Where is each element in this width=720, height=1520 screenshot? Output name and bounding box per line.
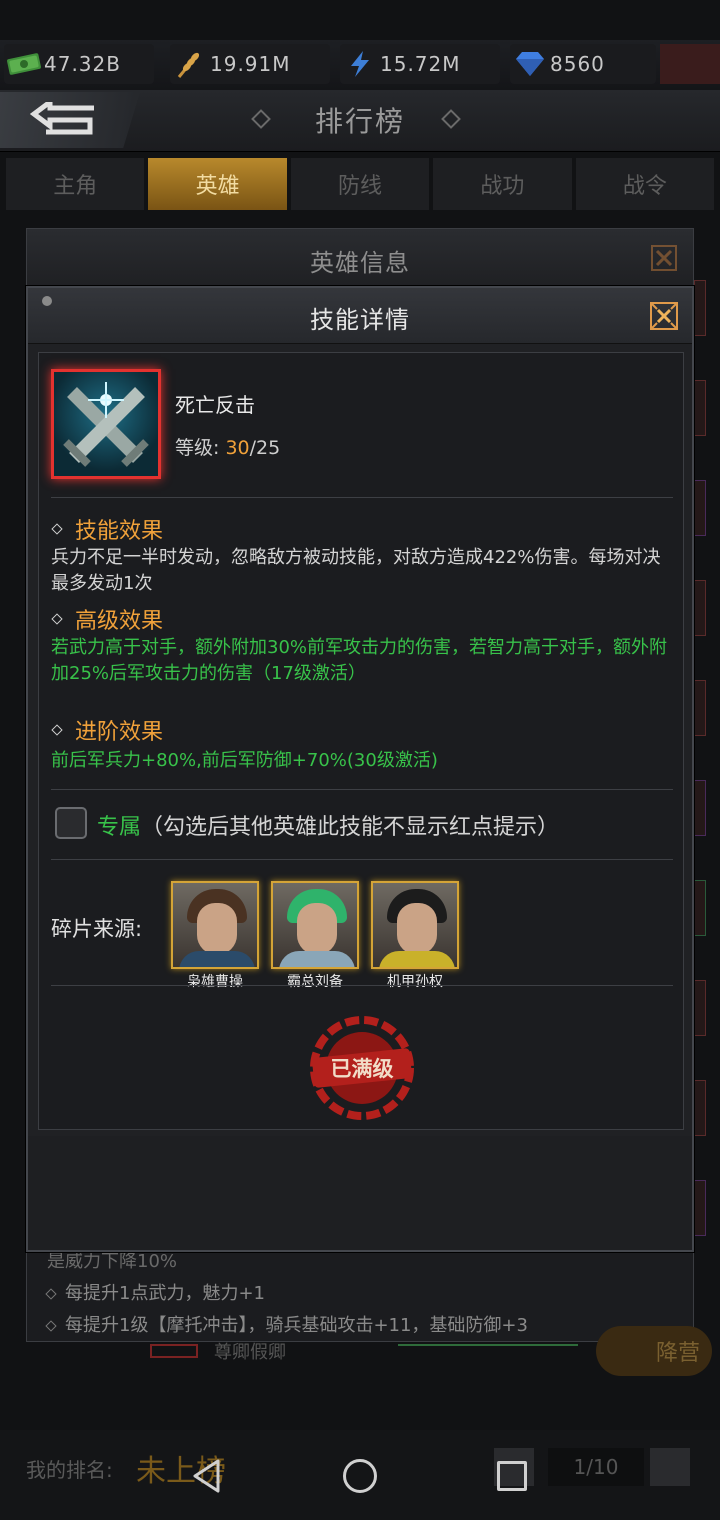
my-rank-label: 我的排名: bbox=[26, 1458, 113, 1482]
advanced-effect-heading: 高级效果 bbox=[51, 603, 163, 635]
bullet-icon bbox=[51, 523, 63, 535]
bullet-icon bbox=[51, 613, 63, 625]
fragment-source-label: 碎片来源: bbox=[51, 917, 143, 941]
bullet-icon bbox=[45, 1320, 57, 1332]
skill-detail-dialog: 技能详情 死亡反击 等级: 30/25 技能效果 兵力不足一半时发动，忽略敌方被… bbox=[26, 286, 694, 1252]
tab-protagonist[interactable]: 主角 bbox=[6, 158, 145, 210]
exclusive-checkbox[interactable] bbox=[55, 807, 87, 839]
tab-heroes[interactable]: 英雄 bbox=[148, 158, 287, 210]
skill-detail-footer bbox=[28, 1136, 692, 1250]
hero-portrait bbox=[171, 881, 259, 969]
resource-cash[interactable]: 47.32B bbox=[4, 44, 154, 84]
advanced-effect-text: 若武力高于对手，额外附加30%前军攻击力的伤害，若智力高于对手，额外附加25%后… bbox=[51, 637, 668, 684]
behind-hero-icon bbox=[150, 1344, 198, 1358]
cash-value: 47.32B bbox=[44, 52, 121, 76]
divider bbox=[51, 497, 673, 498]
nav-recent-apps-icon[interactable] bbox=[497, 1461, 527, 1491]
hero-info-title: 英雄信息 bbox=[310, 249, 410, 277]
hero-name: 枭雄曹操 bbox=[187, 974, 243, 990]
energy-value: 15.72M bbox=[380, 52, 461, 76]
skill-level: 等级: 30/25 bbox=[175, 437, 281, 459]
skill-name: 死亡反击 bbox=[175, 393, 255, 417]
cash-icon bbox=[4, 49, 44, 79]
hero-info-line: 每提升1级【摩托冲击】，骑兵基础攻击+11，基础防御+3 bbox=[45, 1311, 528, 1337]
lightning-icon bbox=[340, 49, 380, 79]
bullet-icon bbox=[45, 1288, 57, 1300]
skill-icon bbox=[51, 369, 161, 479]
max-level-label: 已满级 bbox=[330, 1057, 394, 1081]
tab-bar: 主角 英雄 防线 战功 战令 bbox=[6, 158, 715, 210]
resource-extra bbox=[660, 44, 720, 84]
fragment-hero-card[interactable]: 枭雄曹操 bbox=[171, 881, 259, 991]
resource-energy[interactable]: 15.72M bbox=[340, 44, 500, 84]
exclusive-note: （勾选后其他英雄此技能不显示红点提示） bbox=[141, 815, 560, 840]
hero-info-close-icon[interactable] bbox=[649, 243, 679, 273]
page-title: 排行榜 bbox=[314, 105, 405, 138]
nav-home-icon[interactable] bbox=[343, 1459, 377, 1493]
bullet-icon bbox=[51, 724, 63, 736]
hero-portrait bbox=[271, 881, 359, 969]
behind-hero-name: 尊卿假卿 bbox=[214, 1342, 286, 1363]
gem-icon bbox=[510, 49, 550, 79]
tab-merit[interactable]: 战功 bbox=[433, 158, 572, 210]
grain-icon bbox=[170, 49, 210, 79]
fragment-hero-card[interactable]: 霸总刘备 bbox=[271, 881, 359, 991]
exclusive-label: 专属（勾选后其他英雄此技能不显示红点提示） bbox=[97, 809, 559, 841]
hero-name: 机甲孙权 bbox=[387, 974, 443, 990]
page-indicator: 1/10 bbox=[548, 1448, 644, 1486]
fragment-hero-card[interactable]: 机甲孙权 bbox=[371, 881, 459, 991]
resource-grain[interactable]: 19.91M bbox=[170, 44, 330, 84]
divider bbox=[51, 985, 673, 986]
hero-info-line: 每提升1点武力，魅力+1 bbox=[45, 1279, 265, 1305]
skill-level-max: /25 bbox=[249, 437, 281, 459]
tab-defense[interactable]: 防线 bbox=[290, 158, 430, 210]
skill-detail-title: 技能详情 bbox=[310, 306, 410, 334]
promote-effect-heading: 进阶效果 bbox=[51, 714, 163, 746]
behind-list-row bbox=[398, 1344, 578, 1358]
resource-gem[interactable]: 8560 bbox=[510, 44, 656, 84]
skill-level-current: 30 bbox=[225, 437, 250, 459]
divider bbox=[51, 789, 673, 790]
hero-name: 霸总刘备 bbox=[287, 974, 343, 990]
behind-action-button[interactable]: 降营 bbox=[596, 1326, 712, 1376]
background-list-edge bbox=[694, 280, 720, 1340]
grain-value: 19.91M bbox=[210, 52, 291, 76]
close-icon[interactable] bbox=[648, 300, 680, 332]
hero-portrait bbox=[371, 881, 459, 969]
nav-back-icon[interactable] bbox=[190, 1458, 224, 1494]
gem-value: 8560 bbox=[550, 52, 605, 76]
crossed-swords-icon bbox=[63, 382, 149, 467]
page-next-button[interactable] bbox=[650, 1448, 690, 1486]
skill-detail-content: 死亡反击 等级: 30/25 技能效果 兵力不足一半时发动，忽略敌方被动技能，对… bbox=[38, 352, 684, 1130]
skill-effect-text: 兵力不足一半时发动，忽略敌方被动技能，对敌方造成422%伤害。每场对决最多发动1… bbox=[51, 547, 661, 594]
exclusive-tag: 专属 bbox=[97, 815, 142, 840]
skill-effect-heading: 技能效果 bbox=[51, 513, 163, 545]
promote-effect-text: 前后军兵力+80%,前后军防御+70%(30级激活) bbox=[51, 750, 438, 771]
divider bbox=[51, 859, 673, 860]
tab-battlepass[interactable]: 战令 bbox=[575, 158, 715, 210]
